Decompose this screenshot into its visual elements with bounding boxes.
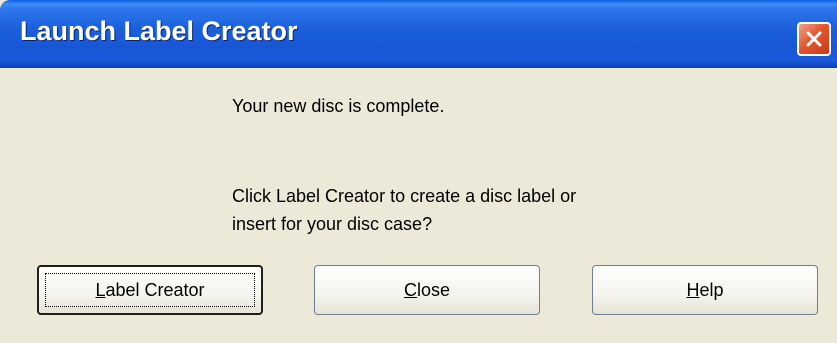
prompt-message-line1: Click Label Creator to create a disc lab… [232,186,577,206]
help-button[interactable]: Help [592,265,818,315]
close-button[interactable]: Close [314,265,540,315]
prompt-message-line2: insert for your disc case? [232,214,433,234]
label-creator-button[interactable]: Label Creator [37,265,263,315]
close-icon [806,31,822,47]
completion-message: Your new disc is complete. [232,96,445,116]
dialog-window: Launch Label Creator Your new disc is co… [0,0,837,343]
window-title: Launch Label Creator [20,16,298,46]
title-bar[interactable]: Launch Label Creator [0,0,837,68]
help-button-label: Help [686,279,724,300]
close-button-label: Close [403,279,451,300]
label-creator-button-label: Label Creator [95,279,205,300]
close-window-button[interactable] [797,22,831,56]
